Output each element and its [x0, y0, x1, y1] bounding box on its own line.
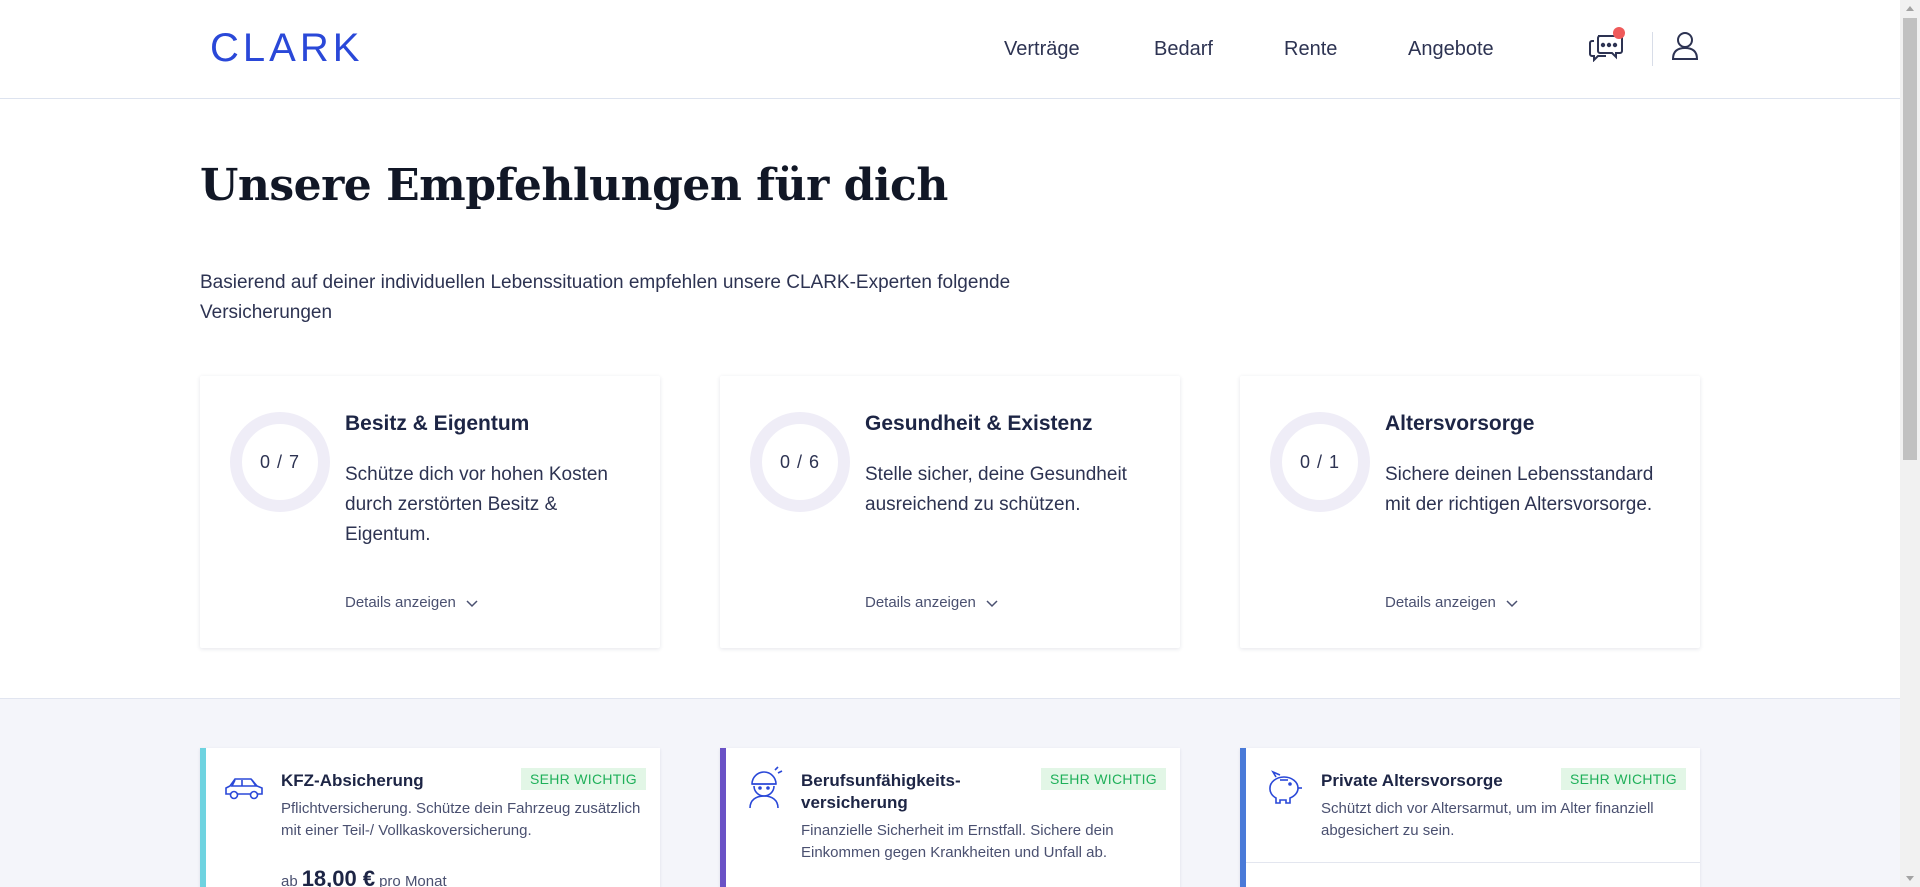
- page-title: Unsere Empfehlungen für dich: [200, 160, 948, 211]
- category-title: Gesundheit & Existenz: [865, 412, 1093, 435]
- user-profile-icon[interactable]: [1670, 30, 1700, 62]
- category-card-altersvorsorge: 0 / 1 Altersvorsorge Sichere deinen Lebe…: [1240, 376, 1700, 648]
- category-title: Altersvorsorge: [1385, 412, 1535, 435]
- details-toggle[interactable]: Details anzeigen: [865, 594, 998, 612]
- recommendation-card-kfz[interactable]: KFZ-Absicherung SEHR WICHTIG Pflichtvers…: [200, 748, 660, 887]
- nav-vertraege[interactable]: Verträge: [1004, 38, 1080, 61]
- recommendation-title: Private Altersvorsorge: [1321, 771, 1503, 790]
- details-toggle[interactable]: Details anzeigen: [345, 594, 478, 612]
- category-description: Sichere deinen Lebensstandard mit der ri…: [1385, 464, 1654, 515]
- progress-count: 0 / 1: [1299, 452, 1341, 472]
- recommendation-card-berufsunfaehigkeit[interactable]: Berufsunfähigkeits-versicherung SEHR WIC…: [720, 748, 1180, 887]
- category-title: Besitz & Eigentum: [345, 412, 530, 435]
- importance-badge: SEHR WICHTIG: [1040, 768, 1166, 790]
- nav-angebote[interactable]: Angebote: [1408, 38, 1494, 61]
- category-description: Stelle sicher, deine Gesundheit ausreich…: [865, 464, 1127, 515]
- scroll-up-arrow-icon[interactable]: [1900, 0, 1920, 17]
- details-label: Details anzeigen: [865, 594, 976, 611]
- worker-icon: [742, 766, 786, 810]
- card-divider: [1246, 862, 1700, 863]
- car-icon: [222, 766, 266, 810]
- price-suffix: pro Monat: [379, 873, 447, 887]
- recommendation-description: Pflichtversicherung. Schütze dein Fahrze…: [281, 800, 641, 839]
- details-label: Details anzeigen: [1385, 594, 1496, 611]
- chevron-down-icon: [1506, 595, 1518, 612]
- recommendation-title: KFZ-Absicherung: [281, 771, 424, 790]
- top-navigation-bar: CLARK Verträge Bedarf Rente Angebote: [0, 0, 1900, 99]
- nav-divider: [1652, 32, 1653, 66]
- recommendation-card-altersvorsorge[interactable]: Private Altersvorsorge SEHR WICHTIG Schü…: [1240, 748, 1700, 887]
- vertical-scrollbar[interactable]: [1900, 0, 1920, 887]
- price-row: ab 18,00 € pro Monat: [281, 866, 447, 887]
- intro-text: Basierend auf deiner individuellen Leben…: [200, 272, 1011, 323]
- progress-count: 0 / 6: [779, 452, 821, 472]
- recommendation-title: Berufsunfähigkeits-versicherung: [801, 771, 961, 812]
- category-card-besitz: 0 / 7 Besitz & Eigentum Schütze dich vor…: [200, 376, 660, 648]
- clark-logo[interactable]: CLARK: [210, 26, 363, 71]
- importance-badge: SEHR WICHTIG: [1560, 768, 1686, 790]
- nav-rente[interactable]: Rente: [1284, 38, 1337, 61]
- details-toggle[interactable]: Details anzeigen: [1385, 594, 1518, 612]
- price-value: 18,00 €: [301, 866, 376, 887]
- notification-dot: [1613, 27, 1625, 39]
- scroll-down-arrow-icon[interactable]: [1900, 870, 1920, 887]
- piggy-bank-icon: [1262, 766, 1306, 810]
- recommendation-description: Finanzielle Sicherheit im Ernstfall. Sic…: [801, 822, 1114, 861]
- importance-badge: SEHR WICHTIG: [520, 768, 646, 790]
- progress-count: 0 / 7: [259, 452, 301, 472]
- recommendation-description: Schützt dich vor Altersarmut, um im Alte…: [1321, 800, 1654, 839]
- nav-bedarf[interactable]: Bedarf: [1154, 38, 1213, 61]
- chevron-down-icon: [986, 595, 998, 612]
- category-card-gesundheit: 0 / 6 Gesundheit & Existenz Stelle siche…: [720, 376, 1180, 648]
- price-prefix: ab: [281, 873, 298, 887]
- chevron-down-icon: [466, 595, 478, 612]
- category-description: Schütze dich vor hohen Kosten durch zers…: [345, 464, 609, 545]
- details-label: Details anzeigen: [345, 594, 456, 611]
- scrollbar-thumb[interactable]: [1903, 18, 1917, 460]
